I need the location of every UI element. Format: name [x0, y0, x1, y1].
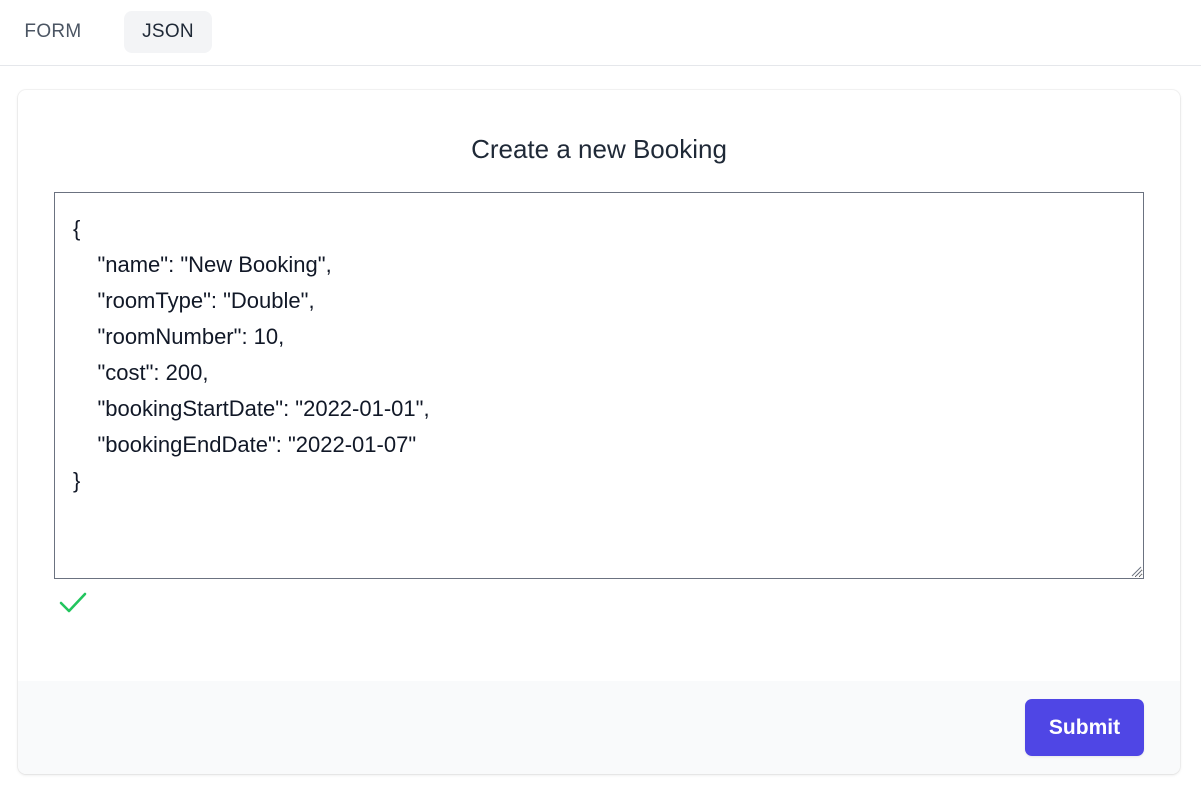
card-title: Create a new Booking: [471, 134, 727, 164]
booking-card: Create a new Booking { "name": "New Book…: [18, 90, 1180, 774]
card-footer: Submit: [18, 681, 1180, 774]
tab-form[interactable]: FORM: [8, 11, 98, 53]
tab-json[interactable]: JSON: [124, 11, 212, 53]
tab-bar: FORM JSON: [0, 0, 1201, 66]
json-editor[interactable]: { "name": "New Booking", "roomType": "Do…: [54, 192, 1144, 579]
submit-button[interactable]: Submit: [1025, 699, 1144, 756]
check-icon: [59, 592, 87, 613]
resize-grip-icon[interactable]: [1130, 565, 1142, 577]
